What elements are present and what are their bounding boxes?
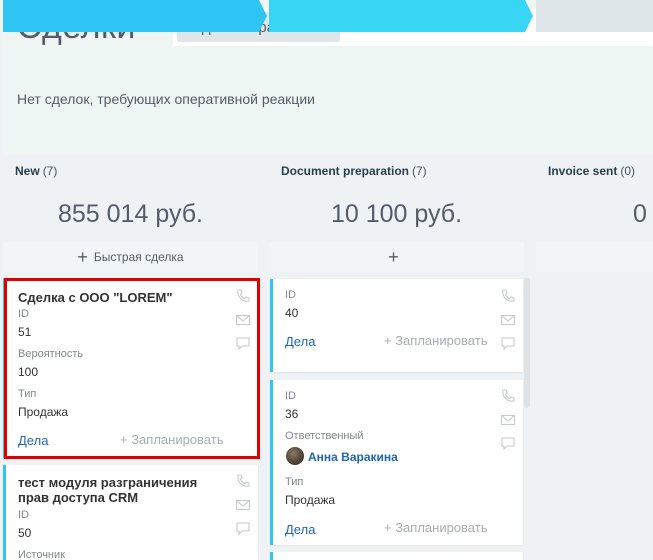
field-value: 36 [285,407,299,421]
chat-icon[interactable] [235,520,251,536]
field-value: 50 [18,526,32,540]
stage-header-invoice-bg[interactable] [536,0,653,32]
selection-highlight [4,278,260,459]
stage-header-new[interactable]: New (7) [3,155,57,187]
quick-deal-label: Быстрая сделка [93,250,184,264]
deal-title[interactable]: тест модуля разграничения прав доступа C… [18,475,218,505]
avatar [286,447,304,465]
stage-header-new-bg[interactable] [3,0,267,32]
stage-sum: 0 [633,200,647,228]
quick-deal-button[interactable]: + Быстрая сделка [3,242,258,272]
quick-deal-area [536,242,653,272]
mail-icon[interactable] [500,412,516,428]
stage-sum: 855 014 руб. [58,200,203,228]
field-label: Ответственный [285,430,364,442]
plan-link[interactable]: + Запланировать [384,333,487,348]
phone-icon[interactable] [500,288,516,304]
field-label: ID [285,390,296,402]
deal-card[interactable]: ID 40 Дела + Запланировать [270,279,523,372]
column-scrollbar[interactable] [524,278,530,408]
plus-icon: + [77,247,88,267]
stage-header-doc-bg[interactable] [269,0,533,32]
deal-card[interactable]: тест модуля разграничения прав доступа C… [3,465,258,560]
chat-icon[interactable] [500,335,516,351]
deal-card[interactable]: ID 36 Ответственный Анна Варакина Тип Пр… [270,380,523,545]
mail-icon[interactable] [500,312,516,328]
deal-card[interactable] [270,552,523,560]
deals-link[interactable]: Дела [285,522,315,537]
field-label: Источник [18,549,65,560]
phone-icon[interactable] [500,388,516,404]
chat-icon[interactable] [500,435,516,451]
stage-name: New [15,164,40,178]
field-label: ID [285,289,296,301]
stage-header-doc[interactable]: Document preparation (7) [269,155,427,187]
stage-count: (0) [620,164,636,178]
field-value: Продажа [285,493,336,507]
plan-link[interactable]: + Запланировать [384,520,487,535]
field-label: ID [18,509,29,521]
stage-name: Invoice sent [548,164,618,178]
field-value: 40 [285,306,299,320]
field-label: Тип [285,476,304,488]
phone-icon[interactable] [235,473,251,489]
plus-icon: + [388,247,399,267]
stage-column-invoice: Invoice sent (0) 0 [536,155,653,560]
status-message: Нет сделок, требующих оперативной реакци… [17,91,315,107]
stage-count: (7) [42,164,58,178]
deals-link[interactable]: Дела [285,334,315,349]
stage-sum: 10 100 руб. [330,200,463,228]
responsible-person[interactable]: Анна Варакина [308,450,398,464]
stage-count: (7) [412,164,427,178]
stage-name: Document preparation [281,164,410,178]
mail-icon[interactable] [235,497,251,513]
quick-deal-button[interactable]: + [269,242,524,272]
stage-header-invoice[interactable]: Invoice sent (0) [536,155,635,187]
